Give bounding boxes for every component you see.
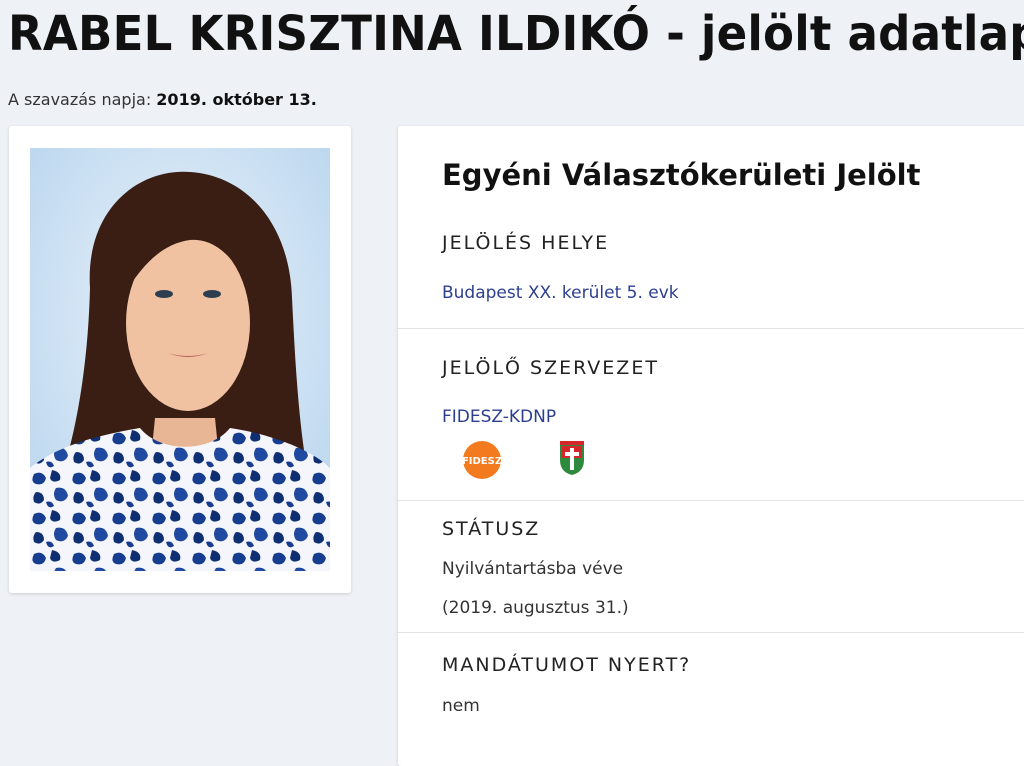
status-value: Nyilvántartásba véve (442, 559, 624, 579)
candidate-type-heading: Egyéni Választókerületi Jelölt (442, 158, 921, 192)
vote-date-value: 2019. október 13. (156, 90, 317, 109)
status-date: (2019. augusztus 31.) (442, 598, 629, 618)
place-label: JELÖLÉS HELYE (442, 232, 610, 254)
place-link[interactable]: Budapest XX. kerület 5. evk (442, 283, 679, 303)
organization-label: JELÖLŐ SZERVEZET (442, 357, 659, 379)
candidate-info-card: Egyéni Választókerületi Jelölt JELÖLÉS H… (398, 126, 1024, 766)
svg-text:FIDESZ: FIDESZ (462, 456, 502, 467)
divider (398, 328, 1024, 329)
status-label: STÁTUSZ (442, 518, 541, 540)
divider (398, 632, 1024, 633)
kdnp-logo[interactable] (558, 440, 586, 476)
fidesz-logo[interactable]: FIDESZ (462, 440, 502, 480)
vote-date-label: A szavazás napja: (8, 90, 157, 109)
organization-link[interactable]: FIDESZ-KDNP (442, 407, 556, 427)
page-title: RABEL KRISZTINA ILDIKÓ - jelölt adatlap (8, 6, 1024, 62)
divider (398, 500, 1024, 501)
mandate-label: MANDÁTUMOT NYERT? (442, 654, 692, 676)
vote-date: A szavazás napja: 2019. október 13. (8, 90, 317, 109)
photo-card (9, 126, 351, 593)
mandate-value: nem (442, 696, 480, 716)
candidate-photo (30, 148, 330, 571)
